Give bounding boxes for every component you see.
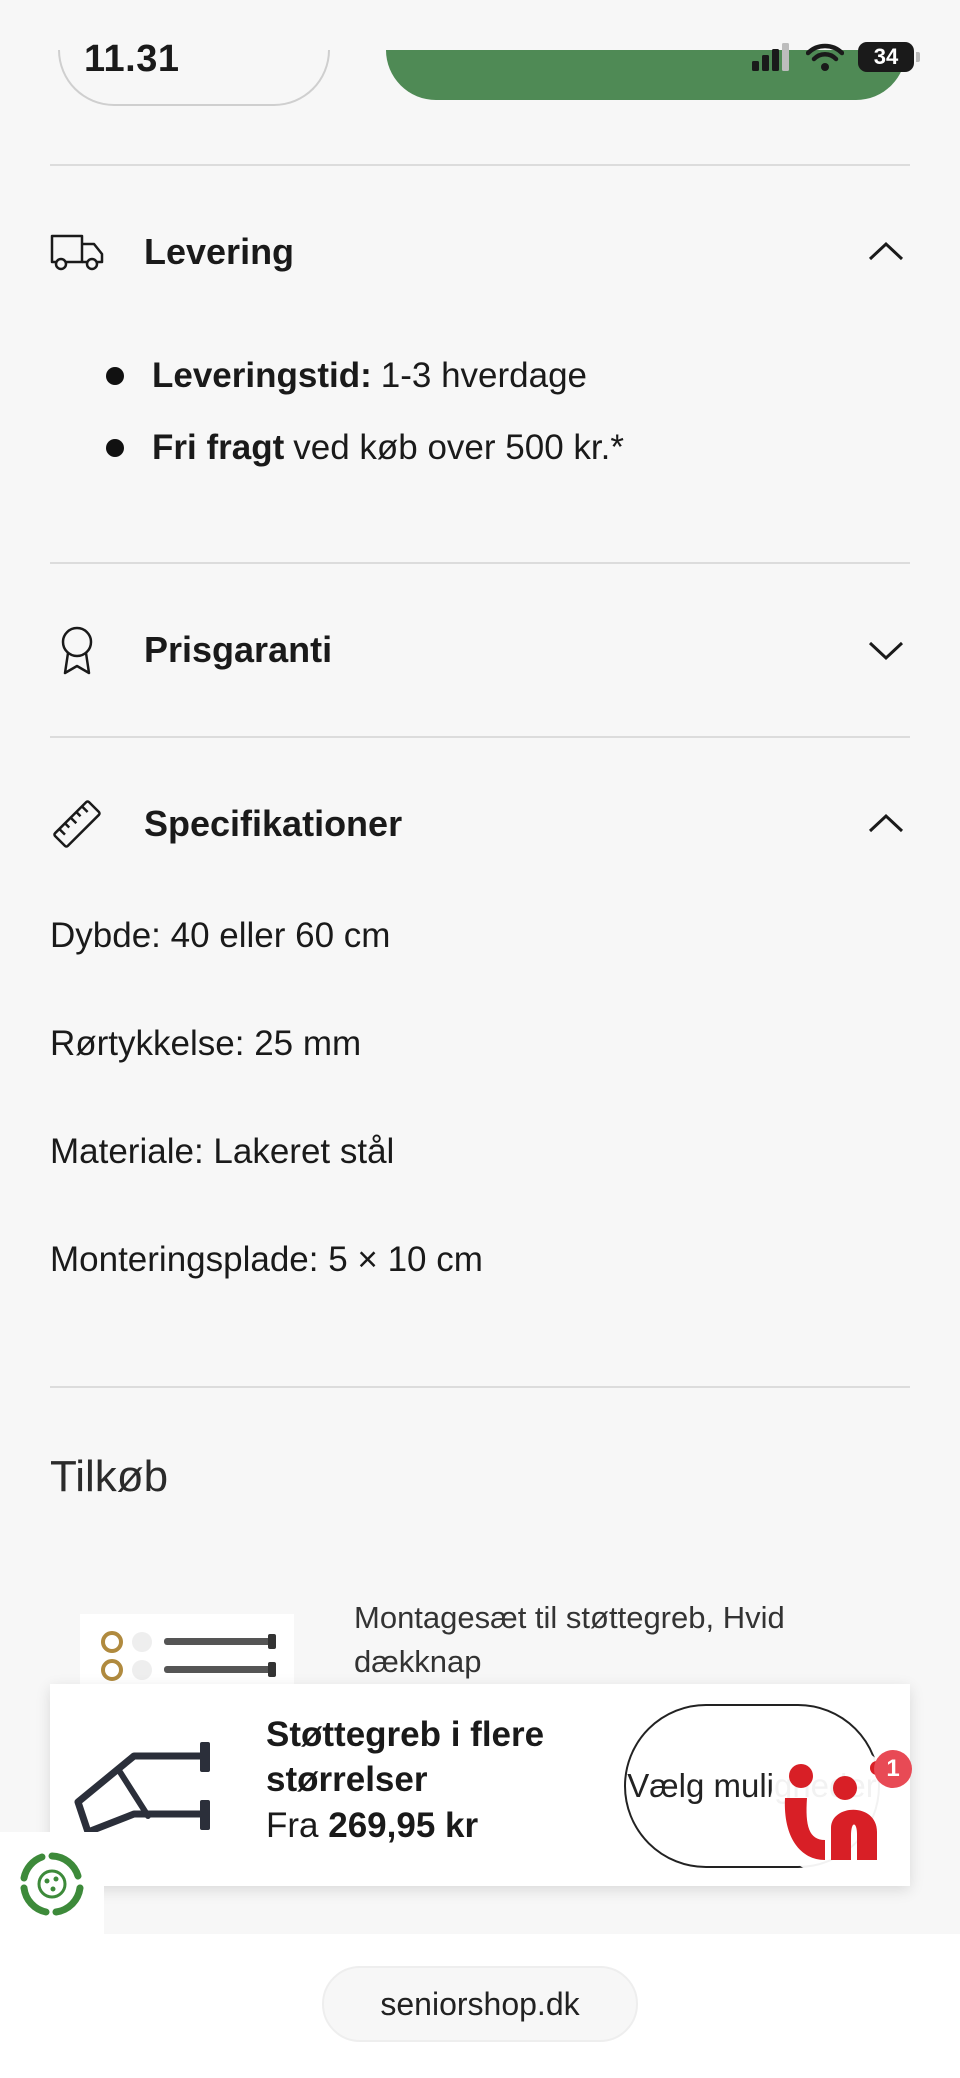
accordion-specifications[interactable]: Specifikationer [50,792,910,856]
status-bar: 11.31 34 [0,0,960,120]
award-ribbon-icon [50,623,104,677]
cellular-signal-icon [752,43,789,71]
bullet-dot [106,367,124,385]
divider [50,164,910,166]
accordion-title: Prisgaranti [144,629,333,670]
sticky-product-price: Fra 269,95 kr [266,1806,478,1846]
chevron-up-icon [868,241,904,261]
list-item: Leveringstid: 1-3 hverdage [106,340,624,412]
price-value: 269,95 kr [328,1806,479,1845]
bullet-dot [106,439,124,457]
addon-product-title[interactable]: Montagesæt til støttegreb, Hvid dækknap [354,1596,874,1684]
delivery-list: Leveringstid: 1-3 hverdage Fri fragt ved… [106,340,624,484]
notification-badge: 1 [874,1750,912,1788]
divider [50,736,910,738]
divider [50,1386,910,1388]
cookie-settings-button[interactable] [0,1832,104,1936]
spec-material: Materiale: Lakeret stål [50,1132,395,1171]
wifi-icon [806,43,844,71]
accordion-title: Specifikationer [144,803,403,844]
delivery-value: 1-3 hverdage [380,356,588,395]
recycle-icon [20,1852,84,1916]
delivery-value: ved køb over 500 kr.* [293,428,624,467]
url-bar[interactable]: seniorshop.dk [322,1966,638,2042]
truck-icon [50,225,104,279]
addons-heading: Tilkøb [50,1452,169,1501]
divider [50,562,910,564]
spec-tube-thickness: Rørtykkelse: 25 mm [50,1024,362,1063]
list-item: Fri fragt ved køb over 500 kr.* [106,412,624,484]
product-thumbnail[interactable] [64,1720,264,1850]
accordion-title: Levering [144,231,295,272]
ruler-icon [50,797,104,851]
spec-mounting-plate: Monteringsplade: 5 × 10 cm [50,1240,483,1279]
spec-depth: Dybde: 40 eller 60 cm [50,916,391,955]
chevron-up-icon [868,813,904,833]
sticky-product-name: Støttegreb i flere størrelser [266,1715,545,1799]
delivery-label: Fri fragt [152,428,285,467]
delivery-label: Leveringstid: [152,356,372,395]
price-prefix: Fra [266,1806,319,1845]
battery-icon: 34 [858,42,920,72]
status-icons: 34 [752,42,920,72]
accordion-price-guarantee[interactable]: Prisgaranti [50,618,910,682]
accordion-delivery[interactable]: Levering [50,220,910,284]
chevron-down-icon [868,641,904,661]
status-time: 11.31 [84,38,180,80]
